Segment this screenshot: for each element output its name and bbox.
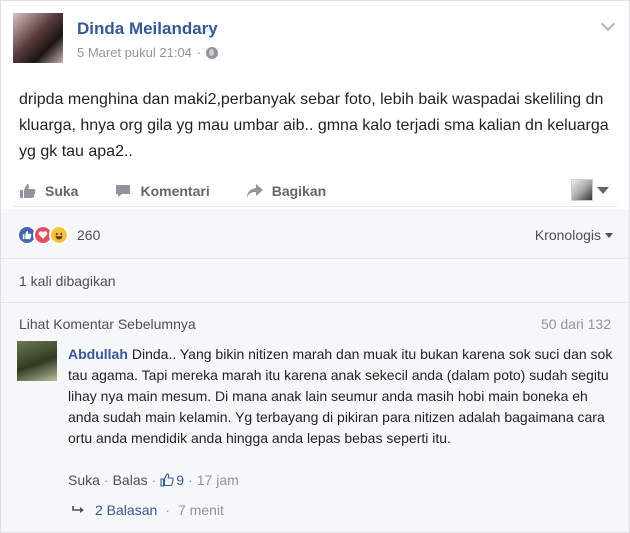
comment-page-count: 50 dari 132 (540, 316, 611, 332)
share-button[interactable]: Bagikan (240, 183, 326, 199)
reply-arrow-icon (72, 506, 84, 513)
viewer-avatar (571, 179, 593, 201)
comment-label: Komentari (140, 182, 210, 199)
replies-time: 7 menit (177, 502, 224, 518)
comment-like-number: 9 (176, 472, 185, 488)
commenter-name[interactable]: Abdullah (68, 346, 128, 362)
comment-actions: Suka · Balas · 9 · 17 jam (68, 472, 239, 488)
comment-reply-link[interactable]: Balas (113, 472, 148, 488)
view-replies[interactable]: 2 Balasan · 7 menit (71, 502, 224, 518)
thumbs-up-icon (160, 473, 174, 487)
dot-separator: · (103, 472, 109, 488)
comment-icon (116, 184, 131, 197)
meta-separator: · (196, 45, 202, 60)
dot-separator: · (188, 472, 193, 488)
share-arrow-icon (246, 183, 263, 198)
like-button[interactable]: Suka (13, 183, 78, 199)
caret-down-icon (597, 186, 609, 194)
commenter-avatar[interactable] (17, 341, 57, 381)
reactions-bar: 260 Kronologis (1, 209, 629, 259)
chevron-down-icon[interactable] (600, 16, 616, 32)
post-date[interactable]: 5 Maret pukul 21:04 (77, 45, 192, 60)
comment-button[interactable]: Komentari (108, 182, 210, 199)
reaction-summary[interactable]: 260 (17, 225, 100, 245)
comments-section: Lihat Komentar Sebelumnya 50 dari 132 Ab… (1, 303, 629, 532)
comment-like-link[interactable]: Suka (68, 472, 100, 488)
comment-time[interactable]: 17 jam (197, 472, 239, 488)
author-avatar[interactable] (13, 13, 63, 63)
post-author[interactable]: Dinda Meilandary (77, 19, 218, 39)
haha-reaction-icon (49, 225, 69, 245)
comment-text: Dinda.. Yang bikin nitizen marah dan mua… (68, 346, 613, 446)
post-as-selector[interactable] (571, 179, 609, 201)
thumbs-up-icon (20, 183, 36, 198)
post-text: dripda menghina dan maki2,perbanyak seba… (19, 91, 609, 160)
globe-icon[interactable] (206, 46, 219, 59)
reaction-count: 260 (77, 227, 101, 243)
post-card: Dinda Meilandary 5 Maret pukul 21:04 · d… (0, 0, 630, 533)
comment-like-count[interactable]: 9 (160, 472, 184, 488)
post-meta: 5 Maret pukul 21:04 · (77, 45, 219, 60)
share-label: Bagikan (271, 182, 327, 199)
caret-down-icon (605, 232, 613, 238)
comment-body: Abdullah Dinda.. Yang bikin nitizen marah… (68, 344, 613, 449)
shares-bar: 1 kali dibagikan (1, 259, 629, 303)
dot-separator: · (165, 502, 170, 518)
like-label: Suka (45, 182, 79, 199)
replies-count-link[interactable]: 2 Balasan (95, 502, 157, 518)
dot-separator: · (151, 472, 157, 488)
sort-label: Kronologis (534, 227, 601, 243)
view-previous-comments-link[interactable]: Lihat Komentar Sebelumnya (19, 316, 196, 332)
sort-dropdown[interactable]: Kronologis (535, 227, 613, 243)
post-actions: Suka Komentari Bagikan (13, 175, 617, 207)
share-count-link[interactable]: 1 kali dibagikan (19, 273, 116, 289)
